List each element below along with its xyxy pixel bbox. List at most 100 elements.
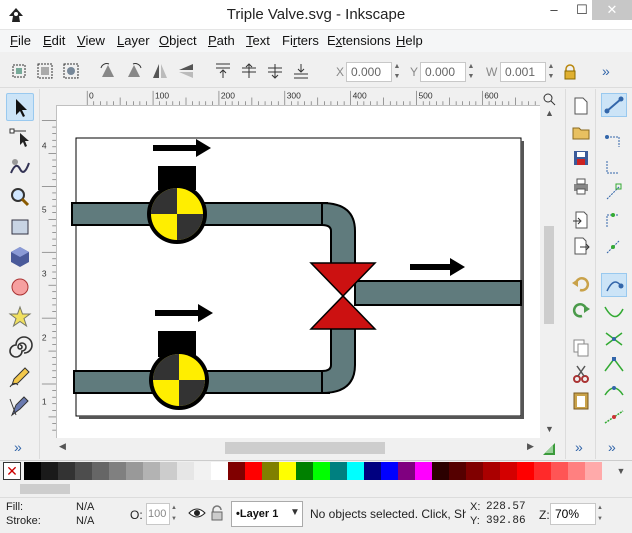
menu-help[interactable]: Help — [396, 33, 423, 48]
color-swatch[interactable] — [160, 462, 177, 480]
minimize-button[interactable]: – — [540, 0, 568, 20]
color-swatch[interactable] — [296, 462, 313, 480]
color-swatch[interactable] — [211, 462, 228, 480]
color-swatch[interactable] — [143, 462, 160, 480]
new-document-icon[interactable] — [570, 95, 592, 117]
w-spinner-icon[interactable]: ▲ ▼ — [546, 62, 556, 82]
color-swatch[interactable] — [415, 462, 432, 480]
color-swatch[interactable] — [228, 462, 245, 480]
opacity-field[interactable] — [146, 503, 170, 525]
color-swatch[interactable] — [517, 462, 534, 480]
zoom-field[interactable] — [550, 503, 596, 525]
spiral-tool[interactable] — [6, 333, 34, 361]
color-swatch[interactable] — [245, 462, 262, 480]
palette-menu-icon[interactable]: ▼ — [612, 462, 630, 480]
visibility-eye-icon[interactable] — [188, 506, 206, 520]
color-swatch[interactable] — [483, 462, 500, 480]
rotate-cw-icon[interactable] — [123, 60, 145, 82]
tweak-tool[interactable] — [6, 153, 34, 181]
zoom-spinner-icon[interactable]: ▲ ▼ — [597, 503, 607, 525]
print-icon[interactable] — [570, 175, 592, 197]
menu-layer[interactable]: Layer — [117, 33, 150, 48]
raise-to-top-icon[interactable] — [212, 60, 234, 82]
color-swatch[interactable] — [41, 462, 58, 480]
undo-icon[interactable] — [570, 273, 592, 295]
color-swatch[interactable] — [58, 462, 75, 480]
lock-icon[interactable] — [563, 64, 577, 80]
color-swatch[interactable] — [313, 462, 330, 480]
menu-extensions[interactable]: Extensions — [327, 33, 391, 48]
menu-edit[interactable]: Edit — [43, 33, 65, 48]
flip-vertical-icon[interactable] — [175, 60, 197, 82]
color-swatch[interactable] — [347, 462, 364, 480]
flip-horizontal-icon[interactable] — [149, 60, 171, 82]
color-swatch[interactable] — [177, 462, 194, 480]
scroll-down-icon[interactable]: ▼ — [545, 424, 554, 434]
color-swatch[interactable] — [398, 462, 415, 480]
drawing-canvas[interactable] — [57, 106, 540, 438]
controls-overflow-button[interactable]: » — [602, 63, 610, 79]
fill-value[interactable]: N/A — [76, 501, 94, 513]
export-icon[interactable] — [570, 235, 592, 257]
color-swatch[interactable] — [194, 462, 211, 480]
save-icon[interactable] — [570, 147, 592, 169]
color-swatch[interactable] — [330, 462, 347, 480]
no-paint-swatch[interactable]: ✕ — [3, 462, 21, 480]
color-swatch[interactable] — [432, 462, 449, 480]
lower-icon[interactable] — [264, 60, 286, 82]
menu-view[interactable]: View — [77, 33, 105, 48]
y-coordinate-field[interactable] — [420, 62, 466, 82]
width-field[interactable] — [500, 62, 546, 82]
invert-selection-icon[interactable] — [60, 60, 82, 82]
cut-icon[interactable] — [570, 363, 592, 385]
horizontal-scroll-thumb[interactable] — [225, 442, 385, 454]
color-swatch[interactable] — [534, 462, 551, 480]
3d-box-tool[interactable] — [6, 243, 34, 271]
color-swatch[interactable] — [24, 462, 41, 480]
paste-icon[interactable] — [570, 389, 592, 411]
palette-scrollbar[interactable] — [0, 481, 632, 497]
rotate-ccw-icon[interactable] — [97, 60, 119, 82]
color-management-icon[interactable] — [541, 441, 557, 457]
x-spinner-icon[interactable]: ▲ ▼ — [392, 62, 402, 82]
menu-text[interactable]: Text — [246, 33, 270, 48]
lower-to-bottom-icon[interactable] — [290, 60, 312, 82]
snap-intersection-icon[interactable] — [601, 327, 627, 351]
snap-nodes-button[interactable] — [601, 273, 627, 297]
copy-icon[interactable] — [570, 337, 592, 359]
snap-bbox-edge-icon[interactable] — [601, 155, 627, 179]
scroll-left-icon[interactable]: ◀ — [59, 441, 66, 452]
snap-bbox-corner-icon[interactable] — [601, 181, 627, 205]
snap-cusp-icon[interactable] — [601, 353, 627, 377]
star-tool[interactable] — [6, 303, 34, 331]
layer-dropdown[interactable]: •Layer 1 ▼ — [231, 501, 303, 527]
redo-icon[interactable] — [570, 299, 592, 321]
import-icon[interactable] — [570, 209, 592, 231]
select-all-icon[interactable] — [8, 60, 30, 82]
snap-bbox-icon[interactable] — [601, 129, 627, 153]
pencil-tool[interactable] — [6, 363, 34, 391]
select-all-layers-icon[interactable] — [34, 60, 56, 82]
vertical-scroll-thumb[interactable] — [544, 226, 554, 324]
color-swatch[interactable] — [126, 462, 143, 480]
color-swatch[interactable] — [381, 462, 398, 480]
color-swatch[interactable] — [551, 462, 568, 480]
color-swatch[interactable] — [75, 462, 92, 480]
commands-overflow-button[interactable]: » — [575, 439, 583, 455]
zoom-corner-icon[interactable] — [542, 92, 556, 106]
scroll-right-icon[interactable]: ▶ — [527, 441, 534, 452]
horizontal-scrollbar[interactable]: ◀ ▶ — [57, 438, 540, 458]
color-swatch[interactable] — [262, 462, 279, 480]
menu-file[interactable]: File — [10, 33, 31, 48]
menu-path[interactable]: Path — [208, 33, 235, 48]
close-button[interactable]: ✕ — [592, 0, 632, 20]
snap-overflow-button[interactable]: » — [608, 439, 616, 455]
snap-bbox-midpoint-icon[interactable] — [601, 209, 627, 233]
color-swatch[interactable] — [466, 462, 483, 480]
layer-lock-icon[interactable] — [210, 505, 224, 521]
opacity-spinner-icon[interactable]: ▲ ▼ — [171, 503, 180, 525]
pen-tool[interactable] — [6, 393, 34, 421]
zoom-tool[interactable] — [6, 183, 34, 211]
color-swatch[interactable] — [364, 462, 381, 480]
snap-midpoint-icon[interactable] — [601, 405, 627, 429]
